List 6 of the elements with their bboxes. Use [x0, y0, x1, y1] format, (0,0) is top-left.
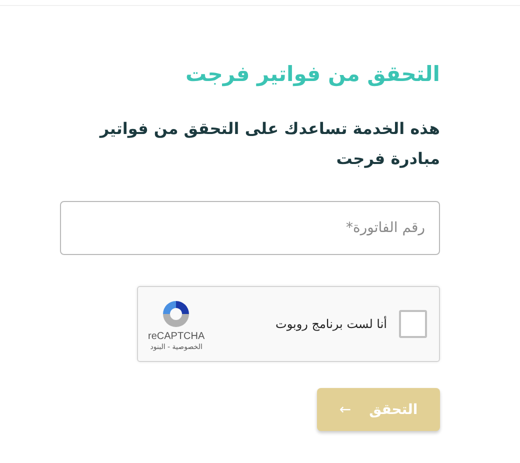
captcha-checkbox[interactable] [399, 310, 427, 338]
invoice-number-field[interactable]: رقم الفاتورة* [60, 201, 440, 255]
captcha-label: أنا لست برنامج روبوت [276, 317, 387, 331]
recaptcha-brand: reCAPTCHA [148, 330, 205, 342]
description-text: هذه الخدمة تساعدك على التحقق من فواتير مبادرة فرجت [98, 118, 440, 170]
page-title: التحقق من فواتير فرجت [184, 61, 440, 88]
